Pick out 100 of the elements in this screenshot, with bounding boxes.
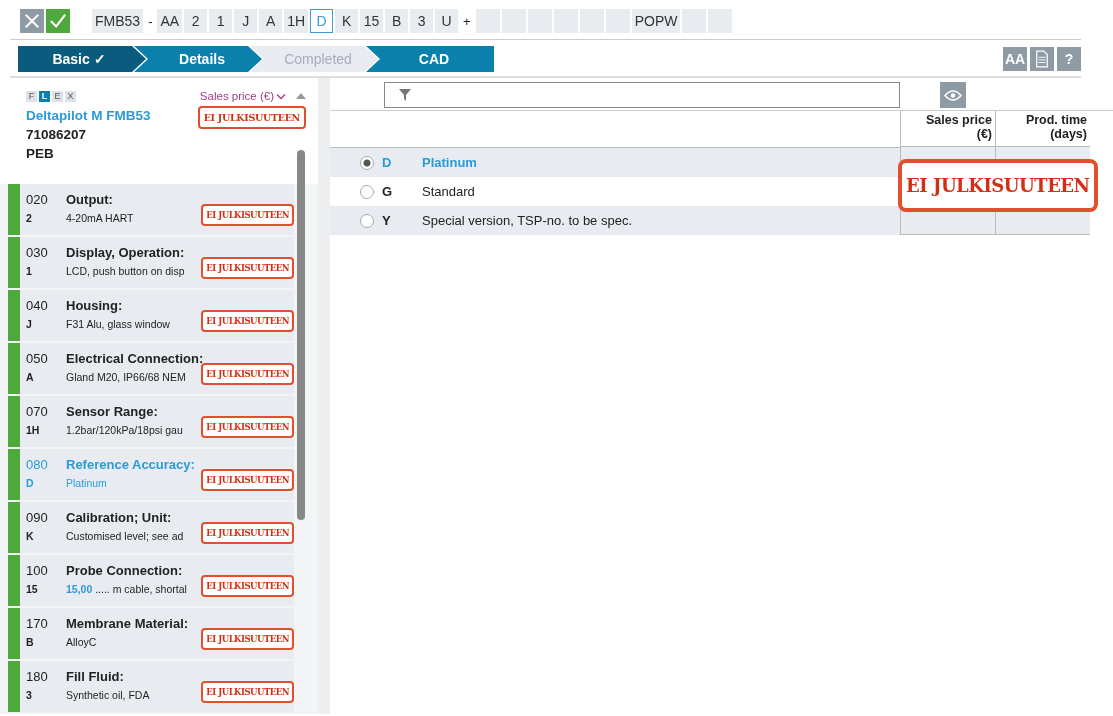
code-chip[interactable]: K [335, 9, 359, 33]
feature-title: Display, Operation: [66, 245, 185, 260]
code-chip[interactable]: U [435, 9, 459, 33]
stamp: EI JULKISUUTEEN [201, 575, 294, 597]
code-chip[interactable]: 2 [184, 9, 208, 33]
feature-title: Electrical Connection: [66, 351, 204, 366]
flex-tag[interactable]: F [26, 90, 37, 102]
feature-item[interactable]: 020 Output: 2 4-20mA HART EI JULKISUUTEEN [8, 184, 294, 235]
step-tab[interactable]: CAD [366, 46, 494, 72]
feature-item[interactable]: 080 Reference Accuracy: D Platinum EI JULKISUUTEEN [8, 449, 294, 500]
step-tab[interactable]: Details [134, 46, 262, 72]
feature-number: 030 [26, 245, 49, 260]
code-separator: + [462, 13, 472, 29]
radio-button[interactable] [360, 213, 374, 228]
feature-code: 2 [26, 212, 33, 224]
feature-code: A [26, 371, 35, 383]
code-chip[interactable]: J [234, 9, 258, 33]
feature-value: 1.2bar/120kPa/18psi gau [66, 424, 183, 436]
feature-value: Customised level; see ad [66, 530, 184, 542]
scrollbar[interactable] [297, 150, 305, 520]
stamp: EI JULKISUUTEEN [201, 363, 294, 385]
stamp: EI JULKISUUTEEN [201, 257, 294, 279]
feature-code: 15 [26, 583, 39, 595]
eye-icon [944, 89, 962, 101]
feature-code: K [26, 530, 35, 542]
feature-value: AlloyC [66, 636, 97, 648]
cancel-button[interactable] [20, 9, 44, 33]
feature-number: 020 [26, 192, 49, 207]
stamp: EI JULKISUUTEEN [201, 469, 294, 491]
code-chip[interactable]: 15 [360, 9, 384, 33]
feature-code: 3 [26, 689, 33, 701]
stamp: EI JULKISUUTEEN [201, 204, 294, 226]
feature-title: Probe Connection: [66, 563, 183, 578]
code-chip[interactable]: 1 [209, 9, 233, 33]
option-code: Y [382, 213, 392, 228]
feature-number: 170 [26, 616, 49, 631]
feature-number: 040 [26, 298, 49, 313]
feature-code: B [26, 636, 35, 648]
code-chip[interactable]: 1H [284, 9, 309, 33]
close-icon [23, 12, 41, 30]
stamp: EI JULKISUUTEEN [201, 310, 294, 332]
feature-item[interactable]: 030 Display, Operation: 1 LCD, push button on disp EI JULKISUUTEEN [8, 237, 294, 288]
product-code: PEB [26, 146, 55, 161]
stamp: EI JULKISUUTEEN [201, 522, 294, 544]
price-selector[interactable]: Sales price (€) [199, 90, 274, 102]
feature-item[interactable]: 050 Electrical Connection: A Gland M20, IP66/68 NEM EI JULKISUUTEEN [8, 343, 294, 394]
feature-item[interactable]: 180 Fill Fluid: 3 Synthetic oil, FDA EI JULKISUUTEEN [8, 661, 294, 712]
feature-item[interactable]: 090 Calibration; Unit: K Customised level; see ad EI JULKISUUTEEN [8, 502, 294, 553]
code-chip[interactable]: POPW [631, 9, 681, 33]
feature-title: Fill Fluid: [66, 669, 124, 684]
confirm-button[interactable] [46, 9, 70, 33]
radio-button[interactable] [360, 184, 374, 199]
flex-tag[interactable]: E [52, 90, 63, 102]
radio-button[interactable] [360, 155, 374, 170]
code-chip[interactable]: B [385, 9, 409, 33]
filter-field[interactable] [384, 82, 900, 108]
option-label: Platinum [422, 155, 478, 170]
feature-value: 4-20mA HART [66, 212, 134, 224]
step-tab[interactable]: Basic ✓ [18, 46, 146, 72]
document-icon [1035, 50, 1049, 68]
feature-value: Gland M20, IP66/68 NEM [66, 371, 186, 383]
code-separator: - [147, 13, 154, 29]
option-label: Special version, TSP-no. to be spec. [422, 213, 634, 228]
option-label: Standard [422, 184, 476, 199]
feature-value: LCD, push button on disp [66, 265, 185, 277]
feature-title: Membrane Material: [66, 616, 189, 631]
code-chip[interactable]: 3 [410, 9, 434, 33]
feature-number: 050 [26, 351, 49, 366]
feature-item[interactable]: 040 Housing: J F31 Alu, glass window EI JULKISUUTEEN [8, 290, 294, 341]
feature-number: 070 [26, 404, 49, 419]
filter-icon [399, 89, 411, 101]
feature-number: 180 [26, 669, 49, 684]
feature-value: Platinum [66, 477, 107, 489]
feature-code: 1 [26, 265, 33, 277]
option-code: D [382, 155, 393, 170]
feature-number: 090 [26, 510, 49, 525]
product-number: 71086207 [26, 127, 88, 142]
option-row[interactable]: Y Special version, TSP-no. to be spec. [330, 206, 900, 235]
code-chip[interactable]: A [259, 9, 283, 33]
feature-item[interactable]: 100 Probe Connection: 15 15,00 ..... m cable, shortal EI JULKISUUTEEN [8, 555, 294, 606]
code-chip[interactable]: FMB53 [92, 9, 144, 33]
code-chip[interactable]: AA [157, 9, 183, 33]
document-button[interactable] [1030, 47, 1054, 71]
stamp: EI JULKISUUTEEN [201, 416, 294, 438]
flex-tag[interactable]: X [65, 90, 76, 102]
visibility-button[interactable] [940, 82, 966, 108]
flex-tag[interactable]: L [39, 90, 50, 102]
stamp: EI JULKISUUTEEN [201, 681, 294, 703]
feature-value: Synthetic oil, FDA [66, 689, 150, 701]
scroll-up-icon[interactable] [296, 93, 306, 99]
feature-item[interactable]: 070 Sensor Range: 1H 1.2bar/120kPa/18psi gau EI JULKISUUTEEN [8, 396, 294, 447]
feature-title: Calibration; Unit: [66, 510, 172, 525]
feature-number: 100 [26, 563, 49, 578]
feature-item[interactable]: 170 Membrane Material: B AlloyC EI JULKISUUTEEN [8, 608, 294, 659]
feature-code: 1H [26, 424, 41, 436]
feature-title: Housing: [66, 298, 123, 313]
feature-code: J [26, 318, 33, 330]
stamp: EI JULKISUUTEEN [898, 159, 1098, 212]
stamp: EI JULKISUUTEEN [197, 106, 306, 129]
feature-title: Reference Accuracy: [66, 457, 195, 472]
